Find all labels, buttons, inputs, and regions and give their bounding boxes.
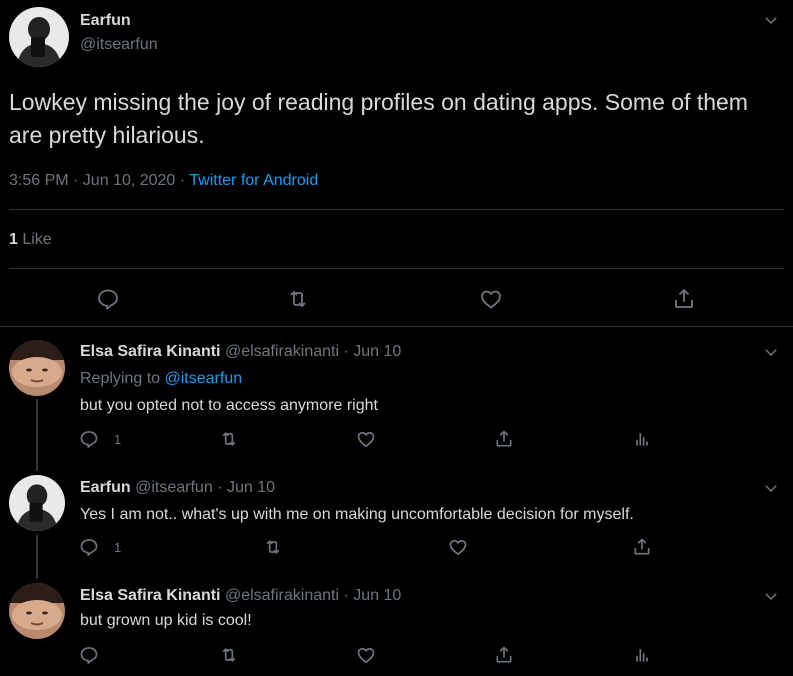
share-icon[interactable] bbox=[494, 429, 514, 449]
like-icon[interactable] bbox=[448, 537, 468, 557]
reply-handle-date[interactable]: @elsafirakinanti · Jun 10 bbox=[221, 587, 401, 604]
reply-count: 1 bbox=[114, 432, 122, 447]
reply-handle-date[interactable]: @elsafirakinanti · Jun 10 bbox=[221, 343, 401, 360]
avatar-earfun-icon bbox=[9, 475, 65, 531]
share-icon[interactable] bbox=[632, 537, 652, 557]
like-icon[interactable] bbox=[479, 287, 503, 311]
tweet-source-link[interactable]: Twitter for Android bbox=[189, 172, 318, 189]
analytics-icon[interactable] bbox=[632, 429, 652, 449]
retweet-icon[interactable] bbox=[286, 287, 310, 311]
like-icon[interactable] bbox=[356, 429, 376, 449]
author-handle[interactable]: @itsearfun bbox=[80, 36, 158, 54]
divider bbox=[9, 209, 784, 210]
tweet-time[interactable]: 3:56 PM · Jun 10, 2020 · bbox=[9, 172, 189, 189]
likes-count: 1 bbox=[9, 231, 18, 248]
reply-avatar[interactable] bbox=[9, 340, 65, 396]
like-icon[interactable] bbox=[356, 645, 376, 665]
avatar-earfun-icon bbox=[9, 7, 69, 67]
replying-to: Replying to @itsearfun bbox=[80, 370, 242, 388]
reply-author-name[interactable]: Earfun bbox=[80, 479, 131, 496]
chevron-down-icon[interactable] bbox=[762, 11, 780, 29]
tweet-text: Lowkey missing the joy of reading profil… bbox=[9, 89, 748, 148]
retweet-icon[interactable] bbox=[219, 429, 239, 449]
chevron-down-icon[interactable] bbox=[762, 343, 780, 361]
likes-label: Like bbox=[17, 231, 52, 248]
thread-line bbox=[36, 399, 38, 471]
reply-author-name[interactable]: Elsa Safira Kinanti bbox=[80, 587, 221, 604]
retweet-icon[interactable] bbox=[263, 537, 283, 557]
reply-header: Earfun @itsearfun · Jun 10 bbox=[80, 479, 275, 497]
avatar-elsa-icon bbox=[9, 583, 65, 639]
reply-count: 1 bbox=[114, 540, 122, 555]
main-avatar[interactable] bbox=[9, 7, 69, 67]
reply-handle-date[interactable]: @itsearfun · Jun 10 bbox=[131, 479, 275, 496]
reply-text: Yes I am not.. what's up with me on maki… bbox=[80, 506, 634, 523]
reply-avatar[interactable] bbox=[9, 583, 65, 639]
tweet-meta: 3:56 PM · Jun 10, 2020 · Twitter for And… bbox=[9, 172, 318, 190]
reply-icon[interactable] bbox=[96, 287, 120, 311]
reply-text: but you opted not to access anymore righ… bbox=[80, 397, 378, 414]
divider bbox=[0, 326, 793, 327]
likes-summary[interactable]: 1 Like bbox=[9, 231, 52, 249]
reply-author-name[interactable]: Elsa Safira Kinanti bbox=[80, 343, 221, 360]
replying-to-link[interactable]: @itsearfun bbox=[165, 370, 243, 387]
reply-icon[interactable] bbox=[79, 429, 99, 449]
reply-header: Elsa Safira Kinanti @elsafirakinanti · J… bbox=[80, 587, 401, 605]
share-icon[interactable] bbox=[494, 645, 514, 665]
chevron-down-icon[interactable] bbox=[762, 479, 780, 497]
thread-line bbox=[36, 535, 38, 579]
chevron-down-icon[interactable] bbox=[762, 587, 780, 605]
author-name[interactable]: Earfun bbox=[80, 12, 131, 30]
reply-header: Elsa Safira Kinanti @elsafirakinanti · J… bbox=[80, 343, 401, 361]
reply-icon[interactable] bbox=[79, 537, 99, 557]
avatar-elsa-icon bbox=[9, 340, 65, 396]
share-icon[interactable] bbox=[672, 287, 696, 311]
reply-text: but grown up kid is cool! bbox=[80, 612, 252, 629]
retweet-icon[interactable] bbox=[219, 645, 239, 665]
replying-to-label: Replying to bbox=[80, 370, 165, 387]
reply-avatar[interactable] bbox=[9, 475, 65, 531]
reply-icon[interactable] bbox=[79, 645, 99, 665]
divider bbox=[9, 268, 784, 269]
analytics-icon[interactable] bbox=[632, 645, 652, 665]
